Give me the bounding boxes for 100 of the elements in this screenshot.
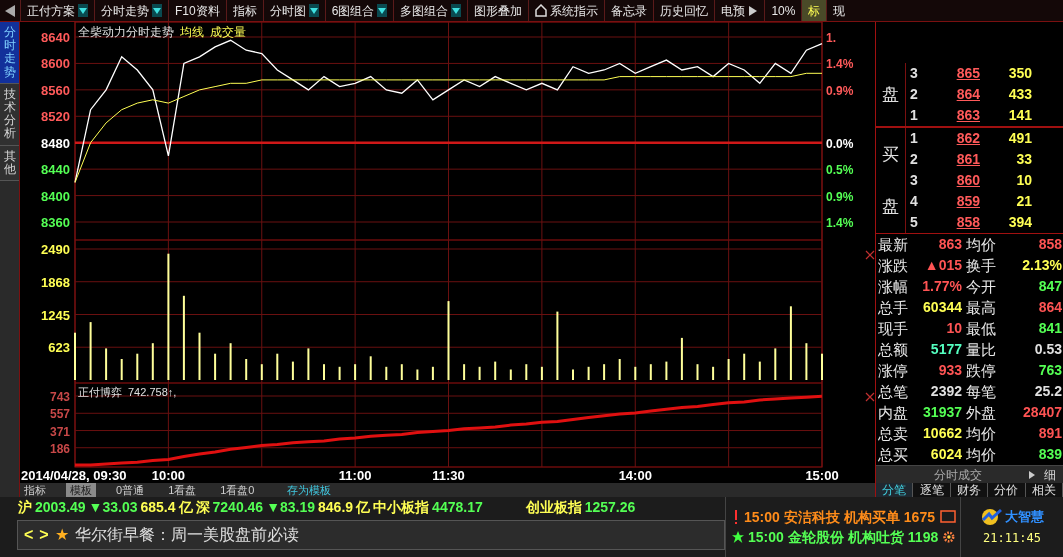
- close-icon[interactable]: [865, 250, 875, 260]
- book-price: 858: [955, 213, 981, 232]
- volume-bar: [136, 353, 139, 380]
- house-icon: [535, 4, 548, 17]
- stat-label: 总手: [877, 298, 909, 318]
- template-tab[interactable]: 模板: [66, 483, 96, 497]
- side-tab[interactable]: 分时走势: [0, 22, 19, 84]
- axis-label: 371: [49, 424, 70, 439]
- volume-bar: [291, 361, 294, 380]
- stat-value: 1.77%: [921, 277, 963, 296]
- ticker-text: 沪: [18, 498, 32, 517]
- volume-bar: [198, 332, 201, 380]
- axis-label: 1245: [41, 307, 70, 323]
- toolbar-button[interactable]: 现: [826, 0, 852, 21]
- axis-label: 8560: [41, 82, 70, 98]
- volume-bar: [229, 343, 232, 380]
- dropdown-icon[interactable]: [308, 4, 319, 17]
- toolbar-button[interactable]: 6图组合: [324, 0, 394, 21]
- dropdown-icon[interactable]: [451, 4, 462, 17]
- dropdown-icon[interactable]: [78, 4, 88, 17]
- stat-value: 25.2: [1033, 382, 1063, 401]
- previous-button[interactable]: <: [24, 523, 34, 547]
- volume-bar: [603, 364, 606, 380]
- template-tab[interactable]: 1看盘: [164, 483, 201, 497]
- ticker-text: 7240.46: [212, 498, 264, 517]
- axis-label: 1868: [41, 274, 70, 290]
- book-price: 863: [955, 106, 981, 125]
- ticker-text: 685.4: [140, 498, 176, 517]
- stat-label: 总买: [877, 445, 909, 465]
- axis-label: 743: [49, 390, 70, 404]
- panel-tab[interactable]: 分笔: [876, 483, 914, 497]
- stat-value: 864: [1037, 298, 1063, 317]
- toolbar-button[interactable]: 标: [801, 0, 827, 21]
- stat-label: 涨跌: [877, 256, 909, 276]
- book-volume: 21: [1015, 192, 1032, 211]
- book-level: 3: [909, 171, 919, 190]
- play-icon[interactable]: [1028, 469, 1036, 480]
- volume-bar: [151, 343, 154, 380]
- toolbar-button[interactable]: 指标: [225, 0, 263, 21]
- toolbar-button[interactable]: 备忘录: [604, 0, 654, 21]
- back-arrow-icon[interactable]: [3, 3, 17, 18]
- toolbar-button[interactable]: 分时走势: [94, 0, 168, 21]
- close-icon[interactable]: [865, 392, 875, 402]
- panel-title: 分时成交: [934, 466, 982, 484]
- book-price: 865: [955, 64, 981, 83]
- dropdown-icon[interactable]: [152, 4, 162, 17]
- stat-label: 涨停: [877, 361, 909, 381]
- stat-label: 现手: [877, 319, 909, 339]
- toolbar-button[interactable]: 系统指示: [528, 0, 605, 21]
- gear-icon[interactable]: [942, 530, 956, 544]
- book-level: 3: [909, 64, 919, 83]
- toolbar-button[interactable]: 电预: [714, 0, 765, 21]
- volume-bar: [556, 311, 559, 380]
- save-template-button[interactable]: 存为模板: [282, 483, 335, 497]
- toolbar-button[interactable]: F10资料: [168, 0, 226, 21]
- news-headline[interactable]: 华尔街早餐：周一美股盘前必读: [74, 523, 299, 547]
- stat-value: 2392: [929, 382, 963, 401]
- volume-bar: [665, 361, 668, 380]
- template-tab[interactable]: 1看盘0: [216, 483, 259, 497]
- stat-label: 量比: [965, 340, 997, 360]
- alert-volume: 1198: [907, 527, 939, 547]
- volume-bar: [400, 364, 403, 380]
- legend-label: 成交量: [210, 24, 246, 41]
- volume-bar: [478, 366, 481, 380]
- stat-label: 每笔: [965, 382, 997, 402]
- detail-button[interactable]: 细: [1044, 465, 1056, 484]
- toolbar-button[interactable]: 多图组合: [393, 0, 468, 21]
- stat-value: 863: [937, 235, 963, 254]
- indicator-reading: 742.758↑,: [128, 385, 177, 400]
- stat-value: 891: [1037, 424, 1063, 443]
- axis-label: 0.9%: [826, 83, 854, 98]
- template-tab[interactable]: 指标: [20, 483, 50, 497]
- time-label: 11:30: [432, 468, 465, 483]
- volume-bar: [431, 366, 434, 380]
- stat-value: 0.53: [1033, 340, 1063, 359]
- alert-event: 机构吐货: [847, 527, 904, 547]
- toolbar-button[interactable]: 历史回忆: [653, 0, 715, 21]
- ticker-text: 亿: [178, 498, 193, 517]
- toolbar-button[interactable]: 图形叠加: [467, 0, 529, 21]
- stat-value: 6024: [929, 445, 963, 464]
- stat-value: ▲015: [923, 256, 963, 275]
- template-tab[interactable]: 0普通: [112, 483, 149, 497]
- dropdown-icon[interactable]: [377, 4, 388, 17]
- alert-time: 15:00: [748, 527, 784, 547]
- ticker-text: 亿: [356, 498, 371, 517]
- next-button[interactable]: >: [39, 523, 49, 547]
- side-tab[interactable]: 其他: [0, 145, 19, 181]
- book-volume: 10: [1015, 171, 1032, 190]
- ticker-text: 846.9: [318, 498, 354, 517]
- side-tab[interactable]: 技术分析: [0, 83, 19, 146]
- stat-label: 总卖: [877, 424, 909, 444]
- volume-bar: [245, 359, 248, 380]
- book-volume: 141: [1007, 106, 1032, 125]
- volume-bar: [260, 364, 263, 380]
- window-icon[interactable]: [940, 510, 956, 524]
- toolbar-button[interactable]: 分时图: [262, 0, 325, 21]
- toolbar-button[interactable]: 正付方案: [20, 0, 94, 21]
- stat-label: 今开: [965, 277, 997, 297]
- play-icon[interactable]: [748, 4, 759, 17]
- volume-bar: [416, 369, 419, 380]
